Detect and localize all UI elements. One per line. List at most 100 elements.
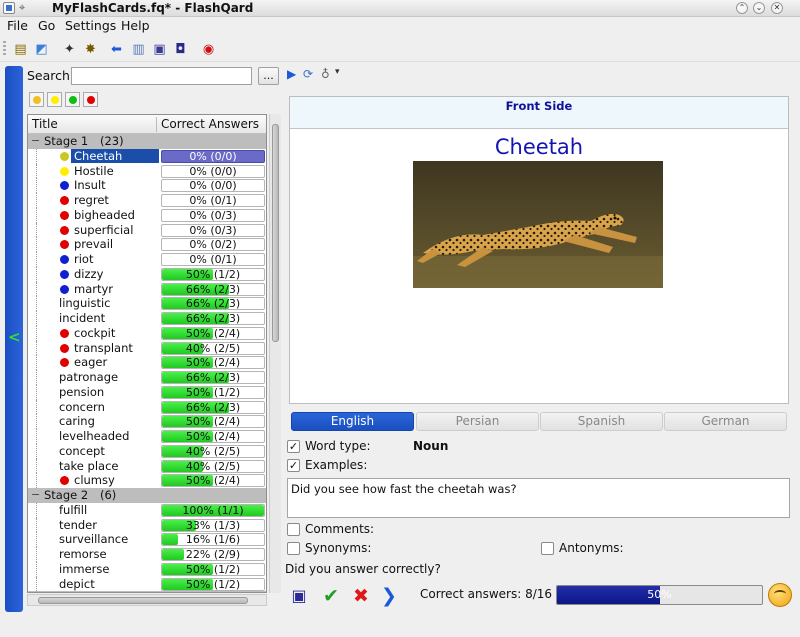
card-row[interactable]: caring 50% (2/4)	[28, 414, 266, 429]
flashcard-view[interactable]: Front Side Cheetah	[289, 96, 789, 404]
card-row[interactable]: riot 0% (0/1)	[28, 252, 266, 267]
examples-text[interactable]: Did you see how fast the cheetah was?	[287, 478, 790, 518]
antonyms-label[interactable]: Antonyms:	[559, 541, 624, 555]
card-row[interactable]: linguistic 66% (2/3)	[28, 296, 266, 311]
stage-row[interactable]: − Stage 1 (23)	[28, 134, 266, 149]
menu-go[interactable]: Go	[38, 18, 55, 34]
card-row[interactable]: superficial 0% (0/3)	[28, 222, 266, 238]
column-title[interactable]: Title	[32, 117, 58, 131]
play-icon[interactable]: ▶	[287, 67, 296, 81]
smiley-icon[interactable]	[768, 583, 792, 607]
card-row[interactable]: Insult 0% (0/0)	[28, 178, 266, 193]
pin-icon[interactable]: ⌖	[19, 1, 25, 15]
edit-card-icon[interactable]: ✸	[81, 40, 100, 59]
database-icon[interactable]: ▥	[129, 40, 148, 59]
close-icon[interactable]: ✕	[771, 2, 783, 14]
tab-german[interactable]: German	[664, 412, 787, 431]
card-row[interactable]: transplant 40% (2/5)	[28, 340, 266, 356]
search-input[interactable]	[71, 67, 252, 85]
card-row[interactable]: martyr 66% (2/3)	[28, 281, 266, 297]
card-row[interactable]: incident 66% (2/3)	[28, 311, 266, 326]
collapse-icon[interactable]: −	[31, 591, 40, 592]
app-icon[interactable]	[3, 2, 15, 14]
column-separator[interactable]	[156, 117, 157, 132]
open-file-icon[interactable]: ◩	[32, 40, 51, 59]
synonyms-checkbox[interactable]	[287, 542, 300, 555]
card-row[interactable]: prevail 0% (0/2)	[28, 237, 266, 252]
stage-label: Stage 1	[44, 134, 89, 148]
lightbulb-icon[interactable]: ♁	[321, 67, 330, 81]
card-row[interactable]: surveillance 16% (1/6)	[28, 532, 266, 547]
new-file-icon[interactable]: ▤	[11, 40, 30, 59]
export-icon[interactable]: ◘	[171, 40, 190, 59]
card-row[interactable]: tender 33% (1/3)	[28, 517, 266, 533]
collapse-icon[interactable]: −	[31, 488, 40, 501]
scroll-thumb[interactable]	[38, 597, 248, 604]
filter-green-button[interactable]	[65, 92, 80, 107]
collapse-icon[interactable]: −	[31, 134, 40, 147]
comments-checkbox[interactable]	[287, 523, 300, 536]
cards-tree[interactable]: Title Correct Answers − Stage 1 (23) Cheeta…	[27, 114, 267, 593]
toolbar-grip[interactable]	[3, 41, 6, 57]
tree-vertical-scrollbar[interactable]	[269, 114, 281, 593]
stage-row[interactable]: − Stage 3 (26)	[28, 591, 266, 592]
next-arrow-icon[interactable]: ❯	[377, 584, 401, 608]
tree-header: Title Correct Answers	[28, 115, 266, 134]
wrong-cross-icon[interactable]: ✖	[349, 584, 373, 608]
chevron-down-icon[interactable]: ▾	[335, 67, 340, 77]
add-card-icon[interactable]: ✦	[60, 40, 79, 59]
card-row[interactable]: eager 50% (2/4)	[28, 355, 266, 370]
card-row[interactable]: immerse 50% (1/2)	[28, 561, 266, 577]
card-title: take place	[59, 458, 119, 473]
examples-checkbox[interactable]: ✓	[287, 459, 300, 472]
card-row[interactable]: dizzy 50% (1/2)	[28, 266, 266, 282]
stage-row[interactable]: − Stage 2 (6)	[28, 488, 266, 503]
minimize-icon[interactable]: ⌃	[736, 2, 748, 14]
scroll-thumb[interactable]	[272, 124, 279, 342]
tab-persian[interactable]: Persian	[416, 412, 539, 431]
card-row[interactable]: cockpit 50% (2/4)	[28, 325, 266, 341]
filter-red-button[interactable]	[83, 92, 98, 107]
menu-help[interactable]: Help	[121, 18, 150, 34]
menu-settings[interactable]: Settings	[65, 18, 116, 34]
collapse-panel-handle[interactable]: <	[5, 66, 23, 612]
card-row[interactable]: remorse 22% (2/9)	[28, 547, 266, 562]
filter-yellow-button[interactable]	[47, 92, 62, 107]
examples-label[interactable]: Examples:	[305, 458, 367, 472]
tab-english[interactable]: English	[291, 412, 414, 431]
card-row[interactable]: Cheetah 0% (0/0)	[28, 148, 266, 164]
card-row[interactable]: levelheaded 50% (2/4)	[28, 429, 266, 444]
back-arrow-icon[interactable]: ⬅	[107, 40, 126, 59]
review-icon[interactable]: ▣	[150, 40, 169, 59]
card-row[interactable]: pension 50% (1/2)	[28, 384, 266, 400]
card-row[interactable]: depict 50% (1/2)	[28, 576, 266, 592]
tree-guide-line	[36, 178, 37, 193]
card-row[interactable]: patronage 66% (2/3)	[28, 370, 266, 385]
tab-spanish[interactable]: Spanish	[540, 412, 663, 431]
tree-horizontal-scrollbar[interactable]	[27, 594, 267, 606]
maximize-icon[interactable]: ⌄	[753, 2, 765, 14]
card-row[interactable]: concern 66% (2/3)	[28, 399, 266, 415]
filter-all-button[interactable]	[29, 92, 44, 107]
flip-icon[interactable]: ⟳	[303, 67, 313, 81]
menu-file[interactable]: File	[7, 18, 28, 34]
card-row[interactable]: concept 40% (2/5)	[28, 443, 266, 459]
word-type-label[interactable]: Word type:	[305, 439, 371, 453]
card-row[interactable]: take place 40% (2/5)	[28, 458, 266, 474]
antonyms-checkbox[interactable]	[541, 542, 554, 555]
search-options-button[interactable]: ...	[258, 67, 279, 85]
answer-progress-text: 40% (2/5)	[185, 459, 241, 473]
comments-label[interactable]: Comments:	[305, 522, 374, 536]
synonyms-label[interactable]: Synonyms:	[305, 541, 371, 555]
column-correct-answers[interactable]: Correct Answers	[161, 117, 259, 131]
card-row[interactable]: Hostile 0% (0/0)	[28, 163, 266, 179]
card-row[interactable]: regret 0% (0/1)	[28, 193, 266, 208]
save-icon[interactable]: ▣	[287, 584, 311, 608]
word-type-checkbox[interactable]: ✓	[287, 440, 300, 453]
card-row[interactable]: clumsy 50% (2/4)	[28, 473, 266, 488]
card-row[interactable]: fulfill 100% (1/1)	[28, 502, 266, 518]
quit-icon[interactable]: ◉	[199, 40, 218, 59]
card-row[interactable]: bigheaded 0% (0/3)	[28, 207, 266, 223]
correct-check-icon[interactable]: ✔	[319, 584, 343, 608]
answer-progress-text: 40% (2/5)	[185, 341, 241, 355]
